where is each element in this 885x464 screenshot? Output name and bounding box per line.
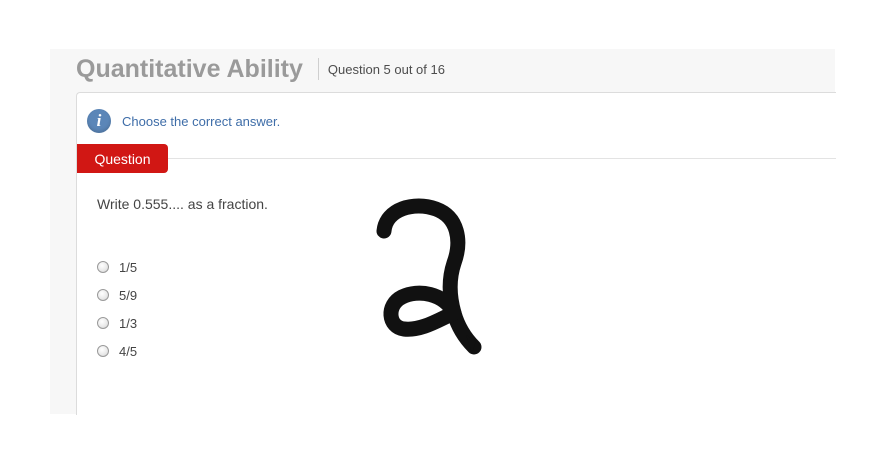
answer-option[interactable]: 1/3: [97, 309, 137, 337]
option-label: 4/5: [119, 343, 138, 359]
answer-option[interactable]: 4/5: [97, 337, 137, 365]
instruction-text: Choose the correct answer.: [122, 113, 281, 129]
question-tab: Question: [77, 144, 168, 173]
section-title: Quantitative Ability: [76, 54, 303, 83]
header-divider: [317, 58, 319, 80]
info-icon: i: [87, 109, 111, 133]
page: Quantitative Ability Question 5 out of 1…: [0, 0, 885, 464]
answer-options: 1/5 5/9 1/3 4/5: [97, 253, 137, 365]
handwritten-digit-overlay: [376, 198, 482, 355]
radio-button[interactable]: [97, 317, 109, 329]
option-label: 1/3: [119, 315, 138, 331]
question-counter: Question 5 out of 16: [327, 61, 445, 77]
section-header: Quantitative Ability Question 5 out of 1…: [76, 53, 445, 85]
tab-divider: [168, 158, 836, 159]
radio-button[interactable]: [97, 289, 109, 301]
option-label: 1/5: [119, 259, 138, 275]
question-prompt: Write 0.555.... as a fraction.: [97, 196, 268, 212]
option-label: 5/9: [119, 287, 138, 303]
instruction-row: i Choose the correct answer.: [87, 108, 280, 134]
answer-option[interactable]: 1/5: [97, 253, 137, 281]
radio-button[interactable]: [97, 261, 109, 273]
answer-option[interactable]: 5/9: [97, 281, 137, 309]
radio-button[interactable]: [97, 345, 109, 357]
